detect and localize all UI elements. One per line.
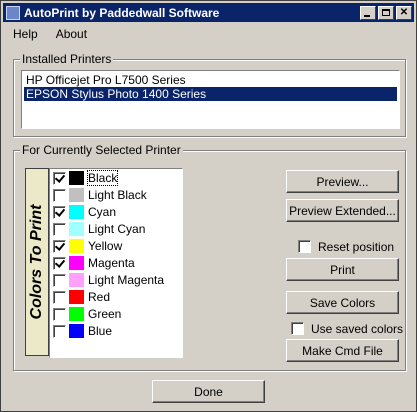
color-swatch: [69, 324, 84, 338]
color-name: Green: [88, 307, 122, 321]
menu-bar: Help About: [3, 24, 414, 44]
printer-list-item[interactable]: EPSON Stylus Photo 1400 Series: [24, 87, 397, 101]
printer-list[interactable]: HP Officejet Pro L7500 Series EPSON Stylu…: [21, 70, 400, 129]
minimize-icon: [364, 14, 370, 17]
minimize-button[interactable]: [360, 5, 376, 20]
color-name: Light Black: [88, 188, 147, 202]
color-checkbox[interactable]: [53, 325, 66, 338]
preview-extended-button[interactable]: Preview Extended...: [286, 199, 399, 222]
color-checkbox[interactable]: [53, 308, 66, 321]
use-saved-colors-checkbox[interactable]: [291, 322, 304, 335]
menu-about[interactable]: About: [48, 27, 95, 41]
color-checklist[interactable]: Black Light Black Cyan Light Cyan Yellow Mage…: [49, 168, 183, 358]
color-swatch: [69, 239, 84, 253]
installed-printers-label: Installed Printers: [20, 52, 114, 66]
color-name: Magenta: [88, 256, 135, 270]
color-checkbox[interactable]: [53, 172, 66, 185]
color-row-cyan[interactable]: Cyan: [50, 204, 182, 221]
printer-list-item[interactable]: HP Officejet Pro L7500 Series: [24, 73, 397, 87]
print-button[interactable]: Print: [286, 258, 399, 281]
color-row-red[interactable]: Red: [50, 289, 182, 306]
color-row-green[interactable]: Green: [50, 306, 182, 323]
save-colors-button[interactable]: Save Colors: [286, 291, 399, 314]
color-swatch: [69, 307, 84, 321]
color-checkbox[interactable]: [53, 189, 66, 202]
color-swatch: [69, 290, 84, 304]
color-name: Red: [88, 290, 111, 304]
color-row-light-cyan[interactable]: Light Cyan: [50, 221, 182, 238]
color-checkbox[interactable]: [53, 223, 66, 236]
app-icon: [6, 5, 20, 20]
title-bar[interactable]: AutoPrint by Paddedwall Software ✕: [3, 3, 414, 22]
reset-position-checkbox[interactable]: [298, 240, 311, 253]
color-checkbox[interactable]: [53, 206, 66, 219]
color-swatch: [69, 273, 84, 287]
done-button[interactable]: Done: [152, 380, 265, 403]
color-swatch: [69, 171, 84, 185]
color-name: Yellow: [88, 239, 123, 253]
use-saved-colors-label: Use saved colors: [311, 322, 404, 336]
reset-position-label: Reset position: [318, 240, 395, 254]
window-title: AutoPrint by Paddedwall Software: [24, 5, 220, 20]
color-checkbox[interactable]: [53, 257, 66, 270]
color-row-blue[interactable]: Blue: [50, 323, 182, 340]
menu-help[interactable]: Help: [5, 27, 46, 41]
maximize-icon: [382, 8, 390, 16]
maximize-button[interactable]: [378, 5, 394, 20]
color-swatch: [69, 205, 84, 219]
color-row-light-magenta[interactable]: Light Magenta: [50, 272, 182, 289]
color-row-yellow[interactable]: Yellow: [50, 238, 182, 255]
make-cmd-file-button[interactable]: Make Cmd File: [286, 339, 399, 362]
color-name: Cyan: [88, 205, 117, 219]
colors-to-print-banner: Colors To Print: [25, 168, 49, 356]
preview-button[interactable]: Preview...: [286, 170, 399, 193]
color-swatch: [69, 222, 84, 236]
close-button[interactable]: ✕: [396, 5, 412, 20]
selected-printer-label: For Currently Selected Printer: [20, 143, 183, 157]
color-swatch: [69, 256, 84, 270]
color-row-black[interactable]: Black: [50, 170, 182, 187]
color-name: Blue: [88, 324, 113, 338]
color-name: Light Cyan: [88, 222, 146, 236]
color-checkbox[interactable]: [53, 274, 66, 287]
color-checkbox[interactable]: [53, 240, 66, 253]
color-row-light-black[interactable]: Light Black: [50, 187, 182, 204]
color-name: Black: [86, 170, 119, 186]
app-window: AutoPrint by Paddedwall Software ✕ Help …: [0, 0, 417, 412]
color-checkbox[interactable]: [53, 291, 66, 304]
color-row-magenta[interactable]: Magenta: [50, 255, 182, 272]
color-swatch: [69, 188, 84, 202]
close-icon: ✕: [399, 6, 409, 18]
color-name: Light Magenta: [88, 273, 165, 287]
colors-to-print-title: Colors To Print: [28, 204, 45, 320]
